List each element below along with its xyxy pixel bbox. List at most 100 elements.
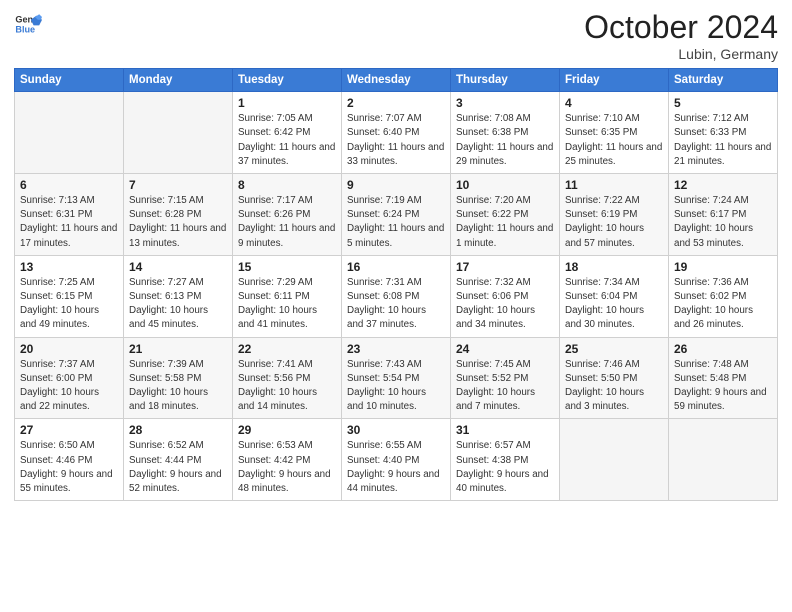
day-number: 12 xyxy=(674,178,772,192)
svg-text:Blue: Blue xyxy=(15,24,35,34)
weekday-header-wednesday: Wednesday xyxy=(342,69,451,92)
calendar-cell xyxy=(669,419,778,501)
day-number: 31 xyxy=(456,423,554,437)
calendar-cell: 21 Sunrise: 7:39 AM Sunset: 5:58 PM Dayli… xyxy=(124,337,233,419)
calendar-week-row: 13Sunrise: 7:25 AM Sunset: 6:15 PM Dayli… xyxy=(15,255,778,337)
calendar-cell: 11Sunrise: 7:22 AM Sunset: 6:19 PM Dayli… xyxy=(560,174,669,256)
calendar-cell: 2 Sunrise: 7:07 AM Sunset: 6:40 PM Daylig… xyxy=(342,92,451,174)
calendar-cell: 27Sunrise: 6:50 AM Sunset: 4:46 PM Dayli… xyxy=(15,419,124,501)
day-number: 26 xyxy=(674,342,772,356)
day-detail: Sunrise: 7:34 AM Sunset: 6:04 PM Dayligh… xyxy=(565,276,663,333)
calendar-cell: 10 Sunrise: 7:20 AM Sunset: 6:22 PM Dayli… xyxy=(451,174,560,256)
day-detail: Sunrise: 7:15 AM Sunset: 6:28 PM Dayligh… xyxy=(129,194,227,251)
day-number: 22 xyxy=(238,342,336,356)
calendar-cell: 8 Sunrise: 7:17 AM Sunset: 6:26 PM Daylig… xyxy=(233,174,342,256)
day-number: 4 xyxy=(565,96,663,110)
day-detail: Sunrise: 7:36 AM Sunset: 6:02 PM Dayligh… xyxy=(674,276,772,333)
calendar-cell: 5Sunrise: 7:12 AM Sunset: 6:33 PM Daylig… xyxy=(669,92,778,174)
day-detail: Sunrise: 7:46 AM Sunset: 5:50 PM Dayligh… xyxy=(565,358,663,415)
day-detail: Sunrise: 7:20 AM Sunset: 6:22 PM Dayligh… xyxy=(456,194,554,251)
day-detail: Sunrise: 6:53 AM Sunset: 4:42 PM Dayligh… xyxy=(238,439,336,496)
day-detail: Sunrise: 7:25 AM Sunset: 6:15 PM Dayligh… xyxy=(20,276,118,333)
day-number: 29 xyxy=(238,423,336,437)
day-detail: Sunrise: 6:52 AM Sunset: 4:44 PM Dayligh… xyxy=(129,439,227,496)
day-number: 11 xyxy=(565,178,663,192)
day-detail: Sunrise: 7:10 AM Sunset: 6:35 PM Dayligh… xyxy=(565,112,663,169)
day-detail: Sunrise: 7:39 AM Sunset: 5:58 PM Dayligh… xyxy=(129,358,227,415)
page-container: General Blue October 2024 Lubin, Germany… xyxy=(0,0,792,509)
weekday-header-sunday: Sunday xyxy=(15,69,124,92)
month-title: October 2024 xyxy=(584,10,778,45)
day-number: 15 xyxy=(238,260,336,274)
calendar-cell: 3 Sunrise: 7:08 AM Sunset: 6:38 PM Daylig… xyxy=(451,92,560,174)
day-detail: Sunrise: 7:45 AM Sunset: 5:52 PM Dayligh… xyxy=(456,358,554,415)
calendar-cell: 22 Sunrise: 7:41 AM Sunset: 5:56 PM Dayli… xyxy=(233,337,342,419)
calendar-cell: 14 Sunrise: 7:27 AM Sunset: 6:13 PM Dayli… xyxy=(124,255,233,337)
day-detail: Sunrise: 6:55 AM Sunset: 4:40 PM Dayligh… xyxy=(347,439,445,496)
day-number: 14 xyxy=(129,260,227,274)
calendar-week-row: 20Sunrise: 7:37 AM Sunset: 6:00 PM Dayli… xyxy=(15,337,778,419)
calendar-cell: 20Sunrise: 7:37 AM Sunset: 6:00 PM Dayli… xyxy=(15,337,124,419)
calendar-cell xyxy=(124,92,233,174)
calendar-cell: 9 Sunrise: 7:19 AM Sunset: 6:24 PM Daylig… xyxy=(342,174,451,256)
calendar-cell: 28 Sunrise: 6:52 AM Sunset: 4:44 PM Dayli… xyxy=(124,419,233,501)
calendar-cell: 31 Sunrise: 6:57 AM Sunset: 4:38 PM Dayli… xyxy=(451,419,560,501)
calendar-cell: 18 Sunrise: 7:34 AM Sunset: 6:04 PM Dayli… xyxy=(560,255,669,337)
day-number: 18 xyxy=(565,260,663,274)
location-title: Lubin, Germany xyxy=(584,46,778,62)
calendar-cell xyxy=(560,419,669,501)
day-number: 30 xyxy=(347,423,445,437)
calendar-cell: 30 Sunrise: 6:55 AM Sunset: 4:40 PM Dayli… xyxy=(342,419,451,501)
calendar-week-row: 27Sunrise: 6:50 AM Sunset: 4:46 PM Dayli… xyxy=(15,419,778,501)
weekday-header-saturday: Saturday xyxy=(669,69,778,92)
day-number: 16 xyxy=(347,260,445,274)
calendar-cell: 12Sunrise: 7:24 AM Sunset: 6:17 PM Dayli… xyxy=(669,174,778,256)
calendar-cell: 7Sunrise: 7:15 AM Sunset: 6:28 PM Daylig… xyxy=(124,174,233,256)
day-number: 21 xyxy=(129,342,227,356)
day-number: 5 xyxy=(674,96,772,110)
calendar-cell: 25Sunrise: 7:46 AM Sunset: 5:50 PM Dayli… xyxy=(560,337,669,419)
day-detail: Sunrise: 7:41 AM Sunset: 5:56 PM Dayligh… xyxy=(238,358,336,415)
calendar-cell xyxy=(15,92,124,174)
title-block: October 2024 Lubin, Germany xyxy=(584,10,778,62)
day-detail: Sunrise: 7:48 AM Sunset: 5:48 PM Dayligh… xyxy=(674,358,772,415)
calendar-cell: 17Sunrise: 7:32 AM Sunset: 6:06 PM Dayli… xyxy=(451,255,560,337)
day-detail: Sunrise: 7:13 AM Sunset: 6:31 PM Dayligh… xyxy=(20,194,118,251)
day-number: 19 xyxy=(674,260,772,274)
day-detail: Sunrise: 7:07 AM Sunset: 6:40 PM Dayligh… xyxy=(347,112,445,169)
calendar-table: SundayMondayTuesdayWednesdayThursdayFrid… xyxy=(14,68,778,501)
day-detail: Sunrise: 6:57 AM Sunset: 4:38 PM Dayligh… xyxy=(456,439,554,496)
day-detail: Sunrise: 7:05 AM Sunset: 6:42 PM Dayligh… xyxy=(238,112,336,169)
calendar-cell: 23 Sunrise: 7:43 AM Sunset: 5:54 PM Dayli… xyxy=(342,337,451,419)
calendar-cell: 29 Sunrise: 6:53 AM Sunset: 4:42 PM Dayli… xyxy=(233,419,342,501)
day-detail: Sunrise: 7:27 AM Sunset: 6:13 PM Dayligh… xyxy=(129,276,227,333)
day-detail: Sunrise: 7:08 AM Sunset: 6:38 PM Dayligh… xyxy=(456,112,554,169)
day-number: 10 xyxy=(456,178,554,192)
logo-icon: General Blue xyxy=(14,10,42,38)
day-detail: Sunrise: 7:19 AM Sunset: 6:24 PM Dayligh… xyxy=(347,194,445,251)
calendar-cell: 26 Sunrise: 7:48 AM Sunset: 5:48 PM Dayli… xyxy=(669,337,778,419)
logo: General Blue xyxy=(14,10,42,38)
day-number: 2 xyxy=(347,96,445,110)
calendar-cell: 13Sunrise: 7:25 AM Sunset: 6:15 PM Dayli… xyxy=(15,255,124,337)
day-detail: Sunrise: 6:50 AM Sunset: 4:46 PM Dayligh… xyxy=(20,439,118,496)
day-number: 9 xyxy=(347,178,445,192)
day-detail: Sunrise: 7:17 AM Sunset: 6:26 PM Dayligh… xyxy=(238,194,336,251)
day-number: 1 xyxy=(238,96,336,110)
day-number: 28 xyxy=(129,423,227,437)
day-number: 24 xyxy=(456,342,554,356)
day-number: 8 xyxy=(238,178,336,192)
day-detail: Sunrise: 7:32 AM Sunset: 6:06 PM Dayligh… xyxy=(456,276,554,333)
calendar-week-row: 6 Sunrise: 7:13 AM Sunset: 6:31 PM Daylig… xyxy=(15,174,778,256)
calendar-cell: 1 Sunrise: 7:05 AM Sunset: 6:42 PM Daylig… xyxy=(233,92,342,174)
day-number: 6 xyxy=(20,178,118,192)
weekday-header-thursday: Thursday xyxy=(451,69,560,92)
weekday-header-row: SundayMondayTuesdayWednesdayThursdayFrid… xyxy=(15,69,778,92)
day-number: 3 xyxy=(456,96,554,110)
day-detail: Sunrise: 7:43 AM Sunset: 5:54 PM Dayligh… xyxy=(347,358,445,415)
day-detail: Sunrise: 7:37 AM Sunset: 6:00 PM Dayligh… xyxy=(20,358,118,415)
day-number: 23 xyxy=(347,342,445,356)
header: General Blue October 2024 Lubin, Germany xyxy=(14,10,778,62)
day-detail: Sunrise: 7:29 AM Sunset: 6:11 PM Dayligh… xyxy=(238,276,336,333)
calendar-cell: 6 Sunrise: 7:13 AM Sunset: 6:31 PM Daylig… xyxy=(15,174,124,256)
